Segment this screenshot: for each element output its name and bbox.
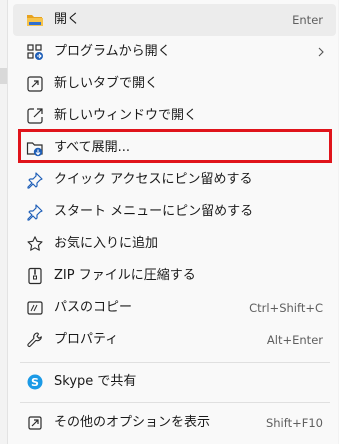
menu-item-more-options[interactable]: その他のオプションを表示 Shift+F10 [13, 407, 336, 439]
menu-item-open[interactable]: 開く Enter [13, 4, 336, 36]
menu-item-open-new-tab[interactable]: 新しいタブで開く [13, 68, 336, 100]
more-options-icon [28, 416, 42, 430]
menu-item-label: 開く [54, 12, 81, 27]
new-window-icon [27, 108, 43, 124]
open-with-icon [27, 44, 43, 60]
context-menu: 開く Enter プログラムから開く 新しいタブで開く 新しいウィンドウで開く [7, 0, 338, 444]
shortcut-text: Enter [292, 13, 323, 27]
menu-item-label: お気に入りに追加 [54, 236, 159, 251]
shortcut-text: Shift+F10 [265, 416, 323, 430]
shortcut-text: Ctrl+Shift+C [249, 301, 323, 315]
menu-separator [20, 402, 330, 403]
menu-item-label: 新しいタブで開く [54, 76, 159, 91]
pin-start-icon [27, 204, 43, 221]
wrench-icon [27, 332, 42, 347]
menu-item-label: プログラムから開く [54, 44, 171, 59]
menu-item-extract-all[interactable]: すべて展開... [13, 132, 336, 164]
menu-item-open-with[interactable]: プログラムから開く [13, 36, 336, 68]
folder-open-icon [27, 15, 43, 26]
svg-text:S: S [31, 376, 39, 389]
menu-item-share-skype[interactable]: S Skype で共有 [13, 366, 336, 398]
menu-item-label: クイック アクセスにピン留めする [54, 172, 253, 187]
menu-item-label: すべて展開... [54, 140, 130, 155]
menu-item-compress-zip[interactable]: ZIP ファイルに圧縮する [13, 260, 336, 292]
menu-separator [20, 362, 330, 363]
menu-item-label: プロパティ [54, 332, 119, 347]
menu-item-label: 新しいウィンドウで開く [54, 108, 198, 123]
copy-path-icon [27, 301, 43, 315]
menu-item-pin-quick-access[interactable]: クイック アクセスにピン留めする [13, 164, 336, 196]
menu-item-open-new-window[interactable]: 新しいウィンドウで開く [13, 100, 336, 132]
menu-item-add-favorites[interactable]: お気に入りに追加 [13, 228, 336, 260]
star-icon [27, 236, 43, 251]
pin-icon [27, 172, 43, 189]
menu-item-properties[interactable]: プロパティ Alt+Enter [13, 324, 336, 356]
chevron-right-icon [318, 47, 324, 57]
menu-item-label: その他のオプションを表示 [54, 415, 211, 430]
shortcut-text: Alt+Enter [266, 333, 323, 347]
skype-icon: S [27, 374, 43, 390]
menu-item-copy-path[interactable]: パスのコピー Ctrl+Shift+C [13, 292, 336, 324]
menu-item-label: パスのコピー [54, 300, 133, 315]
new-tab-icon [27, 76, 43, 92]
menu-item-label: Skype で共有 [54, 374, 137, 389]
menu-item-label: スタート メニューにピン留めする [54, 204, 254, 219]
menu-item-pin-start[interactable]: スタート メニューにピン留めする [13, 196, 336, 228]
zip-icon [28, 267, 42, 285]
menu-item-label: ZIP ファイルに圧縮する [54, 268, 196, 283]
extract-all-icon [26, 142, 43, 157]
